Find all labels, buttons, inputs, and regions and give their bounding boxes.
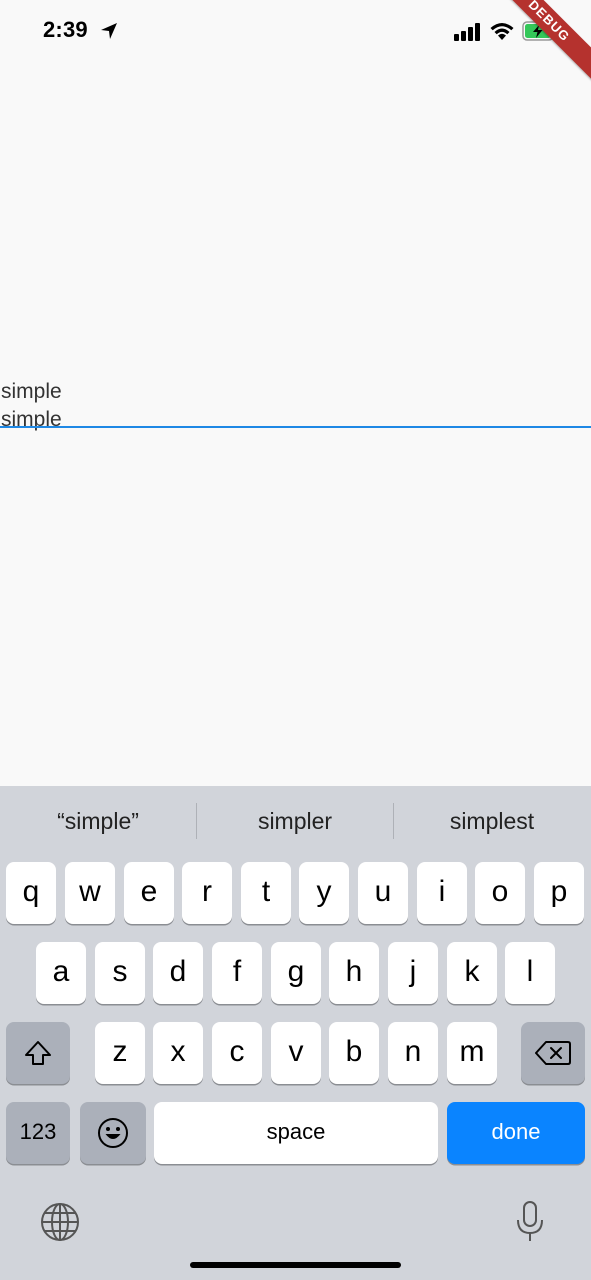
key-b[interactable]: b	[329, 1022, 379, 1084]
key-a[interactable]: a	[36, 942, 86, 1004]
key-n[interactable]: n	[388, 1022, 438, 1084]
key-s[interactable]: s	[95, 942, 145, 1004]
space-key[interactable]: space	[154, 1102, 438, 1164]
globe-icon[interactable]	[40, 1202, 80, 1242]
key-z[interactable]: z	[95, 1022, 145, 1084]
wifi-icon	[490, 23, 514, 40]
text-input-value[interactable]: simple	[1, 408, 62, 432]
emoji-key[interactable]	[80, 1102, 146, 1164]
key-r[interactable]: r	[182, 862, 232, 924]
done-key[interactable]: done	[447, 1102, 585, 1164]
key-x[interactable]: x	[153, 1022, 203, 1084]
key-m[interactable]: m	[447, 1022, 497, 1084]
microphone-icon[interactable]	[514, 1200, 546, 1244]
text-field-underline	[0, 426, 591, 428]
key-q[interactable]: q	[6, 862, 56, 924]
home-indicator	[190, 1262, 401, 1268]
key-g[interactable]: g	[271, 942, 321, 1004]
key-l[interactable]: l	[505, 942, 555, 1004]
key-k[interactable]: k	[447, 942, 497, 1004]
debug-banner: DEBUG	[484, 0, 591, 86]
key-j[interactable]: j	[388, 942, 438, 1004]
key-w[interactable]: w	[65, 862, 115, 924]
key-o[interactable]: o	[475, 862, 525, 924]
cellular-signal-icon	[454, 23, 480, 41]
key-u[interactable]: u	[358, 862, 408, 924]
key-p[interactable]: p	[534, 862, 584, 924]
key-i[interactable]: i	[417, 862, 467, 924]
key-v[interactable]: v	[271, 1022, 321, 1084]
debug-banner-label: DEBUG	[525, 0, 574, 45]
key-d[interactable]: d	[153, 942, 203, 1004]
text-display-line: simple	[1, 380, 62, 403]
location-arrow-icon	[101, 23, 117, 39]
status-time: 2:39	[43, 17, 88, 42]
key-h[interactable]: h	[329, 942, 379, 1004]
backspace-icon	[535, 1041, 571, 1065]
emoji-face-icon	[98, 1118, 128, 1148]
key-t[interactable]: t	[241, 862, 291, 924]
key-f[interactable]: f	[212, 942, 262, 1004]
suggestion-2[interactable]: simpler	[197, 808, 393, 838]
key-y[interactable]: y	[299, 862, 349, 924]
suggestion-1[interactable]: “simple”	[0, 808, 196, 838]
key-c[interactable]: c	[212, 1022, 262, 1084]
suggestion-3[interactable]: simplest	[394, 808, 590, 838]
shift-key[interactable]	[6, 1022, 70, 1084]
key-e[interactable]: e	[124, 862, 174, 924]
shift-arrow-icon	[25, 1041, 51, 1065]
backspace-key[interactable]	[521, 1022, 585, 1084]
numbers-key[interactable]: 123	[6, 1102, 70, 1164]
